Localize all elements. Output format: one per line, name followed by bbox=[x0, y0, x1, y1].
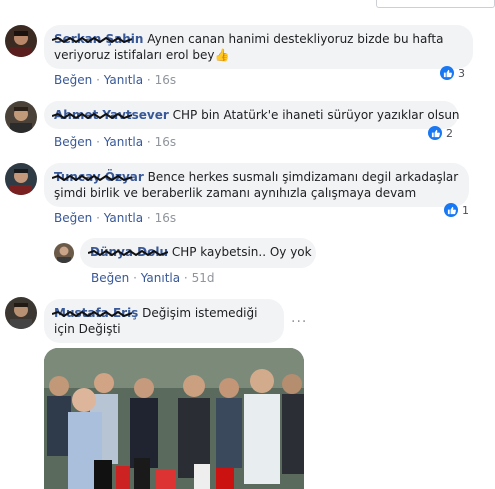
comment-actions: Beğen · Yanıtla · 16s bbox=[54, 135, 176, 149]
reaction-count[interactable]: 3 bbox=[440, 64, 465, 82]
separator: · bbox=[183, 271, 188, 285]
reply-link[interactable]: Yanıtla bbox=[141, 271, 180, 285]
comment-bubble: Tuncay Özyar Bence herkes susmalı şimdiz… bbox=[44, 163, 469, 207]
separator: · bbox=[146, 211, 151, 225]
avatar[interactable] bbox=[5, 101, 37, 133]
like-link[interactable]: Beğen bbox=[54, 135, 92, 149]
reply-link[interactable]: Yanıtla bbox=[104, 135, 143, 149]
attached-photo[interactable] bbox=[44, 348, 304, 489]
avatar[interactable] bbox=[54, 243, 74, 263]
separator: · bbox=[96, 73, 100, 87]
reply-bubble: Dünya Dolu CHP kaybetsin.. Oy yok bbox=[80, 238, 316, 268]
thumbs-up-emoji: 👍 bbox=[214, 48, 230, 62]
like-link[interactable]: Beğen bbox=[54, 73, 92, 87]
timestamp[interactable]: 16s bbox=[155, 73, 177, 87]
comment-text: CHP kaybetsin.. Oy yok bbox=[171, 245, 312, 259]
comment-bubble: Serkan Şahin Aynen canan hanimi destekli… bbox=[44, 25, 473, 69]
like-reaction-icon bbox=[440, 66, 454, 80]
comment-text: CHP bin Atatürk'e ihaneti sürüyor yazıkl… bbox=[172, 108, 460, 122]
comment-actions: Beğen · Yanıtla · 16s bbox=[54, 73, 176, 87]
comment-bubble: Ahmet Yavtsever CHP bin Atatürk'e ihanet… bbox=[44, 101, 460, 129]
like-link[interactable]: Beğen bbox=[54, 211, 92, 225]
reply-link[interactable]: Yanıtla bbox=[104, 73, 143, 87]
comment-actions: Beğen · Yanıtla · 16s bbox=[54, 211, 176, 225]
avatar[interactable] bbox=[5, 25, 37, 57]
comment-author[interactable]: Ahmet Yavtsever bbox=[52, 108, 169, 122]
comment-bubble: Mustafa Eriş Değişim istemediği için Değ… bbox=[44, 299, 284, 343]
separator: · bbox=[96, 135, 100, 149]
like-reaction-icon bbox=[444, 203, 458, 217]
separator: · bbox=[146, 135, 151, 149]
comment-actions: Beğen · Yanıtla · 51d bbox=[91, 271, 214, 285]
like-link[interactable]: Beğen bbox=[91, 271, 129, 285]
top-partial-box bbox=[376, 0, 495, 8]
timestamp[interactable]: 16s bbox=[155, 211, 177, 225]
timestamp[interactable]: 16s bbox=[155, 135, 177, 149]
separator: · bbox=[133, 271, 137, 285]
separator: · bbox=[96, 211, 100, 225]
avatar[interactable] bbox=[5, 163, 37, 195]
separator: · bbox=[146, 73, 151, 87]
timestamp[interactable]: 51d bbox=[192, 271, 215, 285]
more-options-icon[interactable]: ··· bbox=[291, 314, 307, 330]
reply-link[interactable]: Yanıtla bbox=[104, 211, 143, 225]
reaction-count[interactable]: 1 bbox=[444, 201, 469, 219]
reaction-count[interactable]: 2 bbox=[428, 124, 453, 142]
comment-author[interactable]: Serkan Şahin bbox=[52, 32, 143, 46]
comment-author[interactable]: Tuncay Özyar bbox=[52, 170, 144, 184]
comment-author[interactable]: Dünya Dolu bbox=[88, 245, 168, 259]
avatar[interactable] bbox=[5, 297, 37, 329]
comment-author[interactable]: Mustafa Eriş bbox=[52, 306, 138, 320]
like-reaction-icon bbox=[428, 126, 442, 140]
